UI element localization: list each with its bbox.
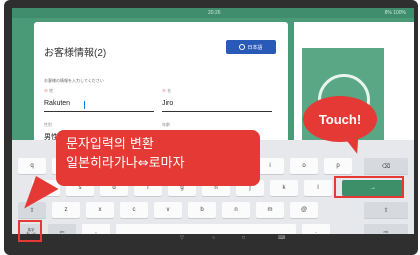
key-c[interactable]: c xyxy=(120,202,148,218)
page-title: お客様情報(2) xyxy=(44,48,107,59)
key-p[interactable]: p xyxy=(324,158,352,174)
callout-left-line2: 일본히라가나⇔로마자 xyxy=(66,156,185,171)
first-name-field[interactable]: Jiro xyxy=(162,100,173,107)
key-k[interactable]: k xyxy=(270,180,298,196)
required-mark: ※ xyxy=(44,88,48,93)
key-at[interactable]: @ xyxy=(290,202,318,218)
globe-icon xyxy=(239,44,246,50)
text-caret xyxy=(84,101,85,109)
key-q[interactable]: q xyxy=(18,158,46,174)
callout-touch: Touch! xyxy=(303,96,377,142)
key-i[interactable]: i xyxy=(256,158,284,174)
language-button[interactable]: 日本語 xyxy=(226,40,276,54)
recents-icon[interactable]: □ xyxy=(242,235,245,241)
language-button-label: 日本語 xyxy=(247,44,263,51)
key-b[interactable]: b xyxy=(188,202,216,218)
status-battery: 8% 100% xyxy=(384,10,406,16)
last-name-label-text: 姓 xyxy=(49,88,54,93)
gender-label: 性別 xyxy=(44,122,52,127)
home-icon[interactable]: ○ xyxy=(212,235,215,241)
key-v[interactable]: v xyxy=(154,202,182,218)
key-x[interactable]: x xyxy=(86,202,114,218)
back-icon[interactable]: ▽ xyxy=(180,235,184,241)
backspace-key[interactable]: ⌫ xyxy=(364,158,408,174)
form-instruction: お客様の情報を入力してください xyxy=(44,78,104,83)
last-name-underline xyxy=(44,111,154,112)
first-name-label-text: 名 xyxy=(167,88,172,93)
shift-key-right[interactable]: ⇧ xyxy=(364,202,408,218)
first-name-label: ※ 名 xyxy=(162,88,171,94)
required-mark: ※ xyxy=(162,88,166,93)
key-n[interactable]: n xyxy=(222,202,250,218)
keyboard-icon[interactable]: ⌨ xyxy=(278,235,285,241)
status-time: 20:26 xyxy=(208,10,221,16)
last-name-field[interactable]: Rakuten xyxy=(44,100,70,107)
first-name-underline xyxy=(162,111,272,112)
last-name-label: ※ 姓 xyxy=(44,88,53,94)
age-label: 年齢 xyxy=(162,122,170,127)
key-z[interactable]: z xyxy=(52,202,80,218)
callout-input-conversion: 문자입력의 변환 일본히라가나⇔로마자 xyxy=(56,130,260,186)
key-m[interactable]: m xyxy=(256,202,284,218)
callout-left-line1: 문자입력의 변환 xyxy=(66,137,154,152)
highlight-input-mode-key xyxy=(18,220,42,242)
status-bar: 20:26 8% 100% xyxy=(12,8,414,18)
system-nav-bar: ▽ ○ □ ⌨ xyxy=(12,234,414,244)
key-o[interactable]: o xyxy=(290,158,318,174)
key-l[interactable]: l xyxy=(304,180,332,196)
highlight-enter-key xyxy=(334,176,404,198)
